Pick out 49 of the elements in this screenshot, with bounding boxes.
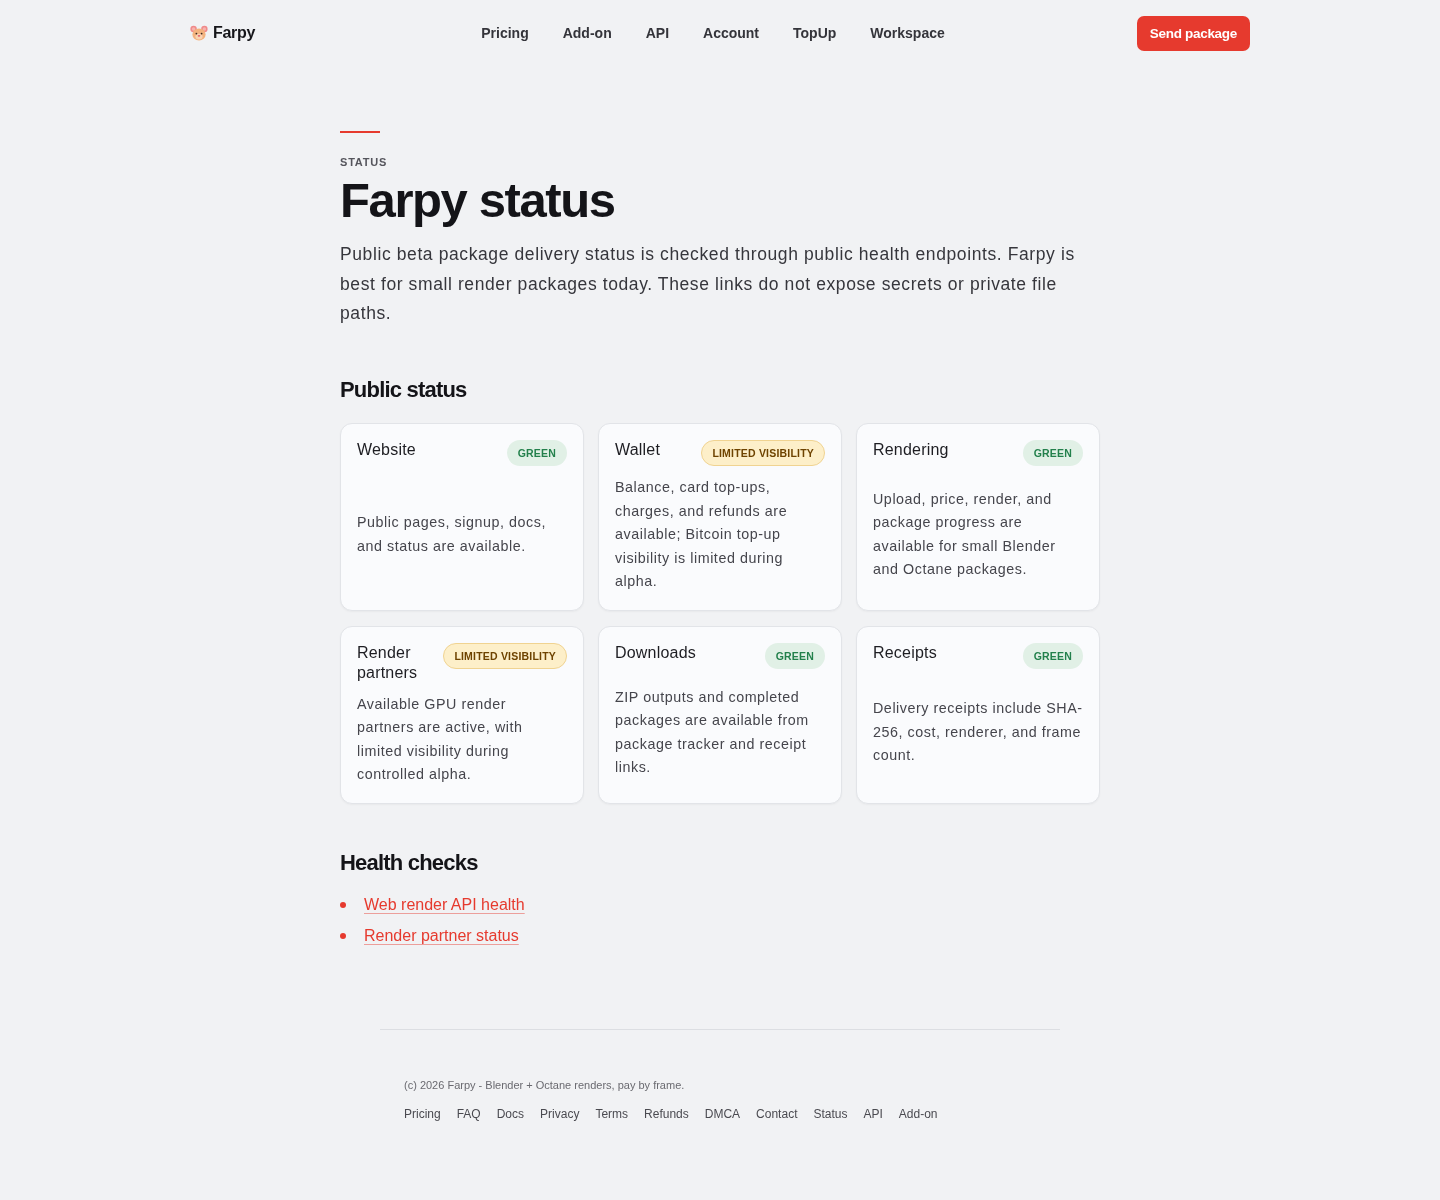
copyright-text: (c) 2026 Farpy - Blender + Octane renders, pay by frame. <box>404 1079 686 1092</box>
section-heading: Health checks <box>340 849 479 877</box>
health-check-link[interactable]: Web render API health <box>364 896 525 915</box>
status-badge: GREEN <box>1022 642 1083 669</box>
status-badge: LIMITED VISIBILITY <box>701 440 825 467</box>
footer-link[interactable]: Privacy <box>540 1107 580 1122</box>
footer-link[interactable]: DMCA <box>704 1107 741 1122</box>
footer-link[interactable]: Refunds <box>644 1107 689 1122</box>
nav-link[interactable]: API <box>645 25 670 41</box>
send-package-button[interactable]: Send package <box>1136 15 1250 51</box>
status-badge: GREEN <box>506 440 567 467</box>
nav-link[interactable]: Pricing <box>481 25 529 41</box>
section-heading: Public status <box>340 376 468 404</box>
bullet-icon <box>340 902 346 909</box>
footer-link[interactable]: FAQ <box>456 1107 481 1122</box>
card-title: Website <box>357 440 416 461</box>
footer-link[interactable]: Contact <box>756 1107 798 1122</box>
intro-paragraph: Public beta package delivery status is checked through public health endpoints. Farpy is best for small render packages today. These links do not expose secrets or private file paths. <box>340 243 1076 326</box>
nav-link[interactable]: Add-on <box>562 25 612 41</box>
brand-link[interactable]: Farpy <box>190 24 256 42</box>
card-title: Downloads <box>615 642 696 663</box>
status-badge: GREEN <box>1022 440 1083 467</box>
nav-link[interactable]: Account <box>703 25 760 41</box>
page-title: Farpy status <box>340 172 616 229</box>
footer-link[interactable]: Add-on <box>898 1107 938 1122</box>
status-badge: LIMITED VISIBILITY <box>443 642 567 669</box>
card-description: Upload, price, render, and package progress are available for small Blender and Octane packages. <box>873 490 1057 580</box>
footer-link[interactable]: Pricing <box>404 1107 441 1122</box>
card-title: Receipts <box>873 642 937 663</box>
accent-bar <box>340 131 380 133</box>
health-check-link[interactable]: Render partner status <box>364 927 519 946</box>
card-description: ZIP outputs and completed packages are available from package tracker and receipt links. <box>615 687 810 778</box>
hamster-face-icon <box>190 25 208 41</box>
card-description: Balance, card top-ups, charges, and refunds are available; Bitcoin top-up visibility is limited during alpha. <box>615 478 789 592</box>
card-title: Rendering <box>873 440 949 461</box>
nav-link[interactable]: Workspace <box>870 25 945 41</box>
card-description: Delivery receipts include SHA-256, cost, renderer, and frame count. <box>873 699 1083 766</box>
bullet-icon <box>340 933 346 940</box>
card-title: Wallet <box>615 440 661 461</box>
status-badge: GREEN <box>764 642 825 669</box>
section-eyebrow: STATUS <box>340 156 389 168</box>
footer-link[interactable]: API <box>863 1107 883 1122</box>
card-title: Render partners <box>357 642 419 683</box>
footer-link[interactable]: Terms <box>595 1107 629 1122</box>
card-description: Public pages, signup, docs, and status are available. <box>357 513 547 556</box>
footer-link[interactable]: Status <box>813 1107 848 1122</box>
card-description: Available GPU render partners are active, with limited visibility during controlled alpha. <box>357 694 524 785</box>
nav-link[interactable]: TopUp <box>793 25 837 41</box>
footer-link[interactable]: Docs <box>496 1107 525 1122</box>
